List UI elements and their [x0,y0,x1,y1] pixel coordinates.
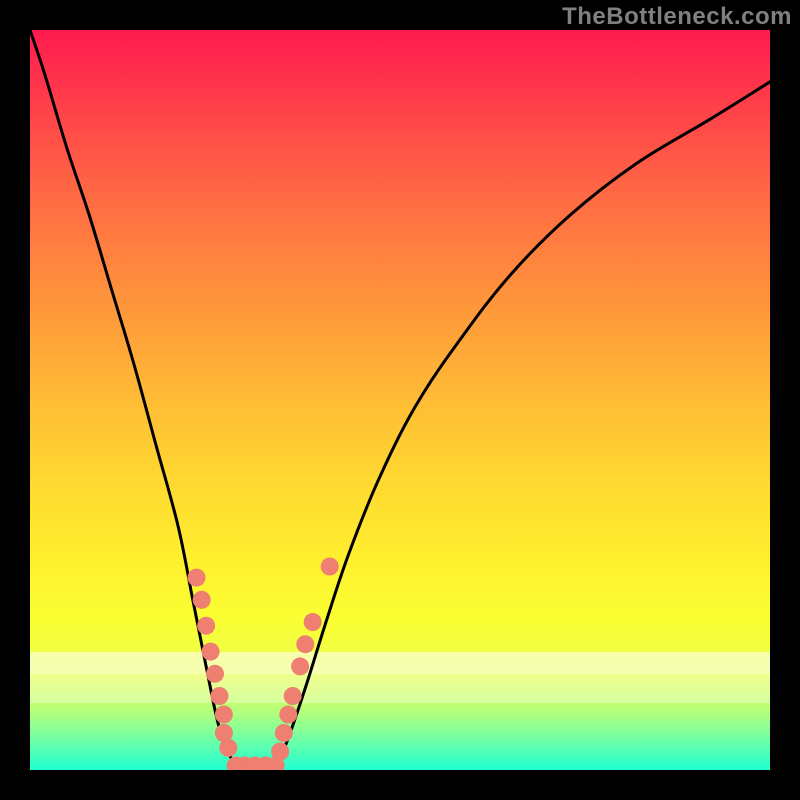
scatter-dot [193,591,211,609]
scatter-dot [215,706,233,724]
scatter-dot [271,743,289,761]
chart-frame: TheBottleneck.com [0,0,800,800]
plot-area [30,30,770,770]
chart-overlay [30,30,770,770]
scatter-dot [279,706,297,724]
scatter-dot [188,569,206,587]
scatter-dots [188,558,339,771]
scatter-dot [304,613,322,631]
watermark-text: TheBottleneck.com [562,3,792,31]
scatter-dot [202,643,220,661]
scatter-dot [296,635,314,653]
scatter-dot [275,724,293,742]
scatter-dot [210,687,228,705]
right-curve [274,82,770,770]
scatter-dot [197,617,215,635]
scatter-dot [291,657,309,675]
scatter-dot [219,739,237,757]
scatter-dot [321,558,339,576]
scatter-dot [284,687,302,705]
scatter-dot [206,665,224,683]
